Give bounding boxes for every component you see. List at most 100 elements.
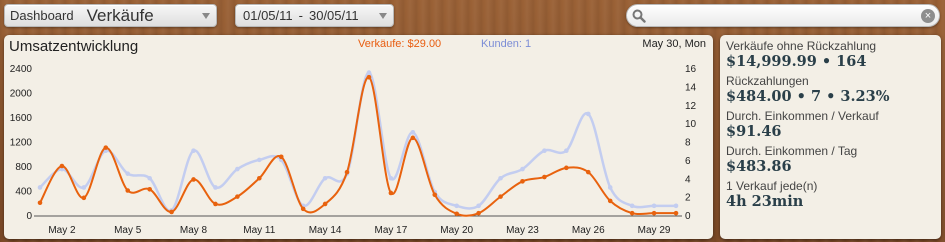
data-point-customers [410, 130, 416, 135]
data-point-sales [59, 163, 65, 169]
x-tick-label: May 17 [374, 225, 407, 236]
y-left-tick-label: 2400 [10, 64, 33, 75]
data-point-sales [278, 154, 284, 160]
y-right-tick-label: 6 [685, 156, 691, 167]
y-left-tick-label: 0 [26, 211, 32, 222]
data-point-customers [476, 203, 481, 209]
legend-sales: Verkäufe: $29.00 [358, 38, 442, 50]
date-from: 01/05/11 [243, 8, 293, 23]
data-point-sales [81, 195, 87, 201]
stat-value: 4h 23min [726, 193, 804, 210]
data-point-customers [81, 185, 87, 190]
data-point-customers [366, 70, 372, 75]
data-point-sales [191, 177, 196, 182]
date-to: 30/05/11 [308, 8, 359, 23]
data-point-sales [564, 165, 569, 171]
data-point-customers [37, 185, 43, 190]
top-toolbar: Dashboard Verkäufe 01/05/11 - 30/05/11 × [0, 0, 945, 34]
data-point-customers [388, 175, 394, 181]
data-point-sales [651, 210, 657, 216]
stat-label: Durch. Einkommen / Tag [726, 144, 858, 158]
data-point-customers [673, 203, 679, 209]
stat-value: $484.00 • 7 • 3.23% [726, 88, 890, 105]
y-right-tick-label: 2 [685, 193, 691, 204]
stat-avg-per-day: Durch. Einkommen / Tag $483.86 [726, 144, 935, 175]
search-box[interactable]: × [626, 4, 940, 27]
data-point-sales [585, 169, 591, 175]
data-point-customers [651, 203, 657, 209]
data-point-sales [103, 145, 109, 150]
stat-label: Rückzahlungen [726, 74, 809, 88]
dashboard-value: Verkäufe [86, 5, 154, 25]
dashboard-select[interactable]: Dashboard Verkäufe [4, 4, 217, 27]
data-point-sales [498, 194, 503, 199]
x-tick-label: May 5 [114, 225, 142, 236]
data-point-customers [520, 166, 525, 172]
chart-title: Umsatzentwicklung [9, 38, 139, 55]
y-right-tick-label: 16 [685, 64, 697, 75]
x-tick-label: May 14 [309, 225, 342, 236]
data-point-sales [476, 210, 481, 216]
chart-panel: 0 400 800 1200 1600 2000 2400 0 2 4 6 8 10 12 14 16 May … [4, 35, 713, 239]
data-point-sales [300, 206, 306, 212]
data-point-sales [432, 192, 438, 198]
stat-label: 1 Verkauf jede(n) [726, 179, 818, 193]
x-tick-label: May 29 [638, 225, 671, 236]
legend-customers: Kunden: 1 [481, 38, 532, 50]
data-point-sales [169, 209, 174, 215]
y-right-tick-label: 12 [685, 101, 697, 112]
dashboard-label: Dashboard [10, 8, 74, 23]
stat-value: $14,999.99 • 164 [726, 53, 867, 70]
stat-value: $91.46 [726, 123, 782, 140]
data-point-customers [542, 148, 547, 153]
stats-panel: Verkäufe ohne Rückzahlung $14,999.99 • 1… [720, 35, 941, 239]
chevron-down-icon [202, 13, 210, 19]
data-point-customers [235, 166, 240, 172]
stat-sales: Verkäufe ohne Rückzahlung $14,999.99 • 1… [726, 39, 935, 70]
data-point-sales [607, 198, 613, 204]
data-point-customers [213, 185, 218, 190]
data-point-sales [322, 201, 328, 207]
x-tick-label: May 20 [440, 225, 473, 236]
y-left-tick-label: 2000 [10, 89, 33, 100]
search-input[interactable] [652, 6, 939, 25]
data-point-customers [191, 148, 196, 153]
x-tick-label: May 8 [180, 225, 208, 236]
data-point-customers [454, 203, 459, 209]
search-icon [632, 9, 646, 23]
y-right-tick-label: 14 [685, 82, 697, 93]
clear-icon[interactable]: × [921, 9, 935, 23]
stat-refunds: Rückzahlungen $484.00 • 7 • 3.23% [726, 74, 935, 105]
data-point-sales [125, 188, 131, 193]
date-range-select[interactable]: 01/05/11 - 30/05/11 [235, 4, 394, 27]
y-right-tick-label: 8 [685, 138, 691, 149]
stat-value: $483.86 [726, 158, 792, 175]
date-separator: - [298, 8, 303, 23]
x-tick-label: May 11 [243, 225, 275, 236]
data-point-sales [366, 74, 372, 80]
data-point-customers [322, 175, 328, 181]
data-point-customers [607, 185, 613, 190]
data-point-sales [213, 201, 218, 207]
data-point-customers [629, 203, 635, 209]
chevron-down-icon [379, 13, 387, 19]
data-point-sales [235, 194, 240, 199]
y-right-tick-label: 0 [685, 211, 691, 222]
data-point-sales [454, 211, 459, 217]
y-left-tick-label: 800 [15, 162, 32, 173]
data-point-customers [147, 175, 152, 181]
data-point-sales [520, 179, 525, 184]
y-left-tick-label: 400 [15, 187, 32, 198]
y-left-tick-label: 1200 [10, 138, 33, 149]
x-tick-label: May 26 [572, 225, 605, 236]
series-line-sales [39, 76, 676, 217]
data-point-customers [257, 157, 262, 163]
data-point-customers [125, 171, 131, 176]
data-point-sales [673, 210, 679, 216]
data-point-sales [344, 169, 350, 175]
data-point-customers [498, 175, 503, 181]
y-left-tick-label: 1600 [10, 113, 33, 124]
x-tick-label: May 2 [48, 225, 76, 236]
y-right-tick-label: 10 [685, 119, 697, 130]
data-point-sales [257, 175, 262, 181]
